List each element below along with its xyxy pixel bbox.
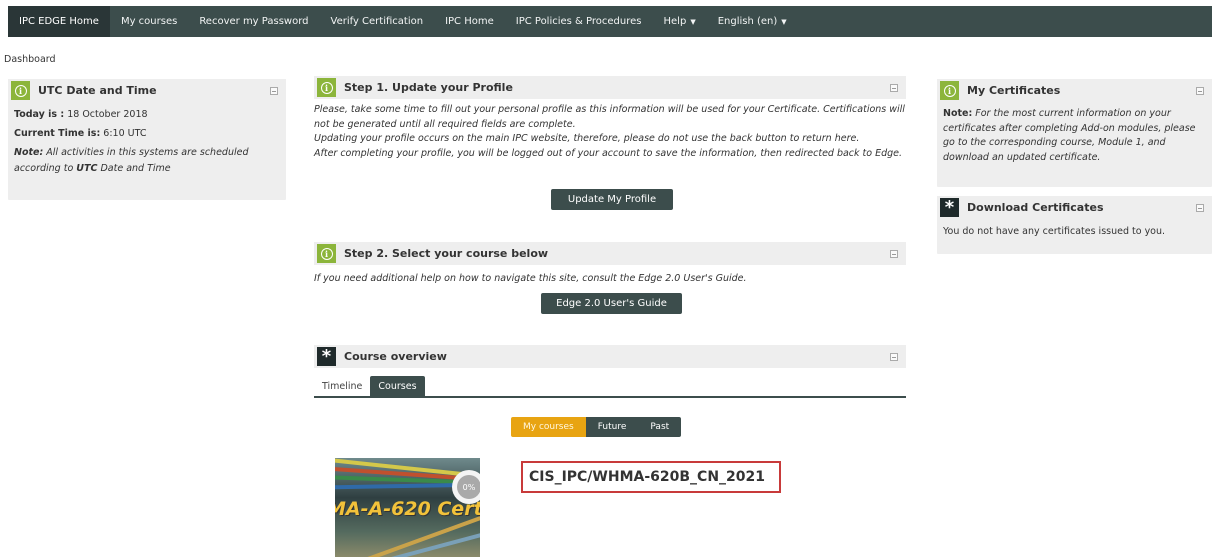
course-name-highlight: CIS_IPC/WHMA-620B_CN_2021 bbox=[521, 461, 781, 493]
breadcrumb[interactable]: Dashboard bbox=[4, 54, 56, 65]
top-navbar: IPC EDGE Home My courses Recover my Pass… bbox=[8, 6, 1212, 37]
block-title: Download Certificates bbox=[967, 201, 1104, 214]
nav-label: IPC EDGE Home bbox=[19, 16, 99, 27]
nav-ipc-home[interactable]: IPC Home bbox=[434, 6, 505, 37]
collapse-icon[interactable] bbox=[890, 250, 898, 258]
nav-help-dropdown[interactable]: Help ▼ bbox=[653, 6, 707, 37]
breadcrumb-dashboard[interactable]: Dashboard bbox=[4, 54, 56, 65]
block-title: My Certificates bbox=[967, 84, 1061, 97]
block-title: Step 1. Update your Profile bbox=[344, 81, 513, 94]
utc-date-time-block: i UTC Date and Time Today is : 18 Octobe… bbox=[8, 79, 286, 200]
collapse-icon[interactable] bbox=[270, 87, 278, 95]
block-header: i Step 1. Update your Profile bbox=[314, 76, 906, 99]
block-body: You do not have any certificates issued … bbox=[937, 219, 1212, 245]
course-overview-block: * Course overview Timeline Courses bbox=[314, 345, 906, 401]
nav-ipc-policies[interactable]: IPC Policies & Procedures bbox=[505, 6, 653, 37]
update-profile-button[interactable]: Update My Profile bbox=[551, 189, 673, 210]
download-certificates-block: * Download Certificates You do not have … bbox=[937, 196, 1212, 254]
collapse-icon[interactable] bbox=[890, 84, 898, 92]
nav-ipc-edge-home[interactable]: IPC EDGE Home bbox=[8, 6, 110, 37]
nav-label: Verify Certification bbox=[330, 16, 424, 27]
filter-future[interactable]: Future bbox=[585, 417, 639, 437]
collapse-icon[interactable] bbox=[1196, 87, 1204, 95]
nav-label: English (en) bbox=[717, 16, 778, 27]
caret-down-icon: ▼ bbox=[690, 17, 696, 26]
nav-language-dropdown[interactable]: English (en) ▼ bbox=[707, 6, 798, 37]
step2-text: If you need additional help on how to na… bbox=[314, 273, 747, 284]
step1-line2: Updating your profile occurs on the main… bbox=[314, 133, 860, 144]
course-image[interactable]: MA-A-620 Cert 0% bbox=[335, 458, 480, 557]
info-icon: i bbox=[11, 81, 30, 100]
today-line: Today is : 18 October 2018 bbox=[14, 109, 148, 120]
tab-courses[interactable]: Courses bbox=[370, 376, 425, 396]
time-line: Current Time is: 6:10 UTC bbox=[14, 128, 147, 139]
nav-recover-password[interactable]: Recover my Password bbox=[188, 6, 319, 37]
tab-timeline[interactable]: Timeline bbox=[314, 376, 370, 396]
no-certificates-text: You do not have any certificates issued … bbox=[943, 226, 1166, 237]
my-certificates-block: i My Certificates Note: For the most cur… bbox=[937, 79, 1212, 187]
block-header: i Step 2. Select your course below bbox=[314, 242, 906, 265]
certificates-note: For the most current information on your… bbox=[943, 108, 1196, 163]
asterisk-icon: * bbox=[317, 347, 336, 366]
progress-value: 0% bbox=[457, 475, 480, 499]
filter-my-courses[interactable]: My courses bbox=[511, 417, 586, 437]
course-image-text: MA-A-620 Cert bbox=[335, 498, 480, 520]
collapse-icon[interactable] bbox=[1196, 204, 1204, 212]
course-overview-tabs: Timeline Courses bbox=[314, 376, 906, 398]
nav-label: Help bbox=[663, 16, 687, 27]
block-title: UTC Date and Time bbox=[38, 84, 157, 97]
caret-down-icon: ▼ bbox=[781, 17, 787, 26]
course-filter-toggle: My courses Future Past bbox=[511, 417, 682, 437]
block-body: Today is : 18 October 2018 Current Time … bbox=[8, 102, 286, 182]
nav-label: My courses bbox=[120, 16, 178, 27]
nav-verify-certification[interactable]: Verify Certification bbox=[320, 6, 435, 37]
asterisk-icon: * bbox=[940, 198, 959, 217]
filter-past[interactable]: Past bbox=[638, 417, 682, 437]
block-header: i UTC Date and Time bbox=[8, 79, 286, 102]
collapse-icon[interactable] bbox=[890, 353, 898, 361]
step1-line3: After completing your profile, you will … bbox=[314, 147, 903, 159]
nav-label: IPC Home bbox=[445, 16, 494, 27]
nav-my-courses[interactable]: My courses bbox=[110, 6, 188, 37]
info-icon: i bbox=[317, 244, 336, 263]
step1-text: Please, take some time to fill out your … bbox=[314, 99, 914, 161]
info-icon: i bbox=[317, 78, 336, 97]
block-header: * Course overview bbox=[314, 345, 906, 368]
block-title: Course overview bbox=[344, 350, 447, 363]
nav-label: IPC Policies & Procedures bbox=[515, 16, 642, 27]
block-header: i My Certificates bbox=[937, 79, 1212, 102]
progress-circle: 0% bbox=[452, 470, 480, 504]
step2-block: i Step 2. Select your course below If yo… bbox=[314, 242, 906, 292]
block-body: Note: For the most current information o… bbox=[943, 108, 1196, 163]
block-title: Step 2. Select your course below bbox=[344, 247, 549, 260]
utc-note: Note: All activities in this systems are… bbox=[14, 147, 249, 174]
step1-line1: Please, take some time to fill out your … bbox=[314, 104, 905, 130]
course-name-link[interactable]: CIS_IPC/WHMA-620B_CN_2021 bbox=[529, 469, 765, 485]
block-header: * Download Certificates bbox=[937, 196, 1212, 219]
nav-label: Recover my Password bbox=[199, 16, 309, 27]
users-guide-button[interactable]: Edge 2.0 User's Guide bbox=[541, 293, 682, 314]
info-icon: i bbox=[940, 81, 959, 100]
